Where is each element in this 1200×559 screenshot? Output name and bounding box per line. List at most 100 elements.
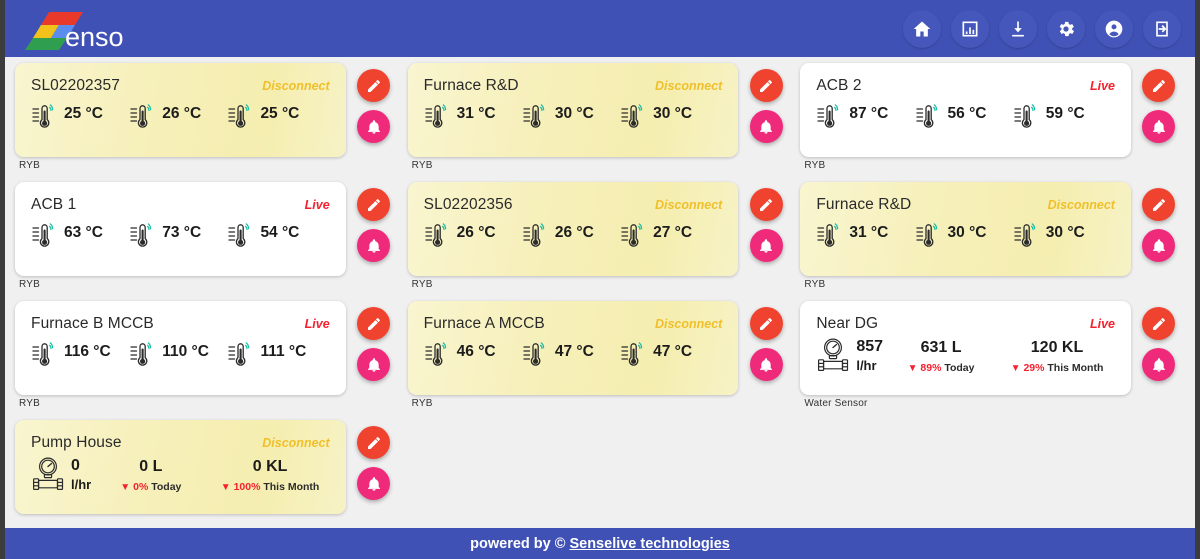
account-icon[interactable] — [1095, 9, 1133, 48]
alert-button[interactable] — [749, 110, 783, 143]
readings-row: 31 °C 30 °C 30 °C — [816, 218, 1115, 249]
edit-button[interactable] — [1142, 188, 1176, 221]
card-sublabel: RYB — [804, 160, 826, 171]
device-card[interactable]: ACB 1 Live 63 °C 73 °C 54 °C — [15, 182, 346, 276]
card-actions — [1133, 301, 1185, 381]
device-card[interactable]: ACB 2 Live 87 °C 56 °C 59 °C — [800, 63, 1131, 157]
alert-button[interactable] — [1142, 229, 1176, 262]
app-header: enso — [5, 0, 1195, 57]
app-footer: powered by © Senselive technologies — [5, 528, 1195, 559]
thermometer-icon — [129, 100, 155, 130]
footer-company-link[interactable]: Senselive technologies — [569, 536, 729, 552]
alert-button[interactable] — [357, 110, 391, 143]
thermometer-icon — [1013, 100, 1039, 130]
device-card[interactable]: Pump House Disconnect 0 l/hr 0 L ▼ 0% Today 0 … — [15, 420, 346, 514]
temperature-value: 87 °C — [849, 105, 889, 122]
status-badge: Disconnect — [262, 79, 330, 93]
device-card[interactable]: Furnace R&D Disconnect 31 °C 30 °C 30 °C — [407, 63, 739, 157]
brand-logo[interactable]: enso — [21, 8, 129, 50]
status-badge: Live — [304, 317, 330, 331]
device-card[interactable]: SL02202356 Disconnect 26 °C 26 °C 27 °C — [407, 182, 739, 276]
alert-button[interactable] — [1142, 348, 1176, 381]
alert-button[interactable] — [357, 467, 391, 500]
edit-button[interactable] — [357, 307, 391, 340]
flow-rate-block: 0 l/hr — [31, 456, 91, 495]
card-sublabel: Water Sensor — [804, 398, 868, 409]
edit-button[interactable] — [357, 188, 391, 221]
thermometer-icon — [31, 100, 57, 130]
temperature-reading: 54 °C — [227, 218, 325, 249]
thermometer-icon — [227, 100, 253, 130]
card-actions — [348, 420, 400, 500]
device-card[interactable]: Furnace R&D Disconnect 31 °C 30 °C 30 °C — [800, 182, 1131, 276]
temperature-value: 27 °C — [653, 224, 693, 241]
temperature-reading: 26 °C — [522, 218, 620, 249]
analytics-icon[interactable] — [951, 9, 989, 48]
edit-button[interactable] — [749, 307, 783, 340]
card-actions — [348, 182, 400, 262]
device-name: ACB 1 — [31, 196, 77, 213]
edit-button[interactable] — [749, 69, 783, 102]
device-card-cell: SL02202356 Disconnect 26 °C 26 °C 27 °C RYB — [404, 182, 797, 301]
thermometer-icon — [227, 338, 253, 368]
month-consumption-block: 120 KL ▼ 29% This Month — [999, 337, 1115, 377]
alert-button[interactable] — [749, 229, 783, 262]
card-sublabel: RYB — [411, 398, 433, 409]
edit-button[interactable] — [1142, 307, 1176, 340]
temperature-reading: 31 °C — [424, 99, 522, 130]
thermometer-icon — [620, 219, 646, 249]
dashboard-content[interactable]: SL02202357 Disconnect 25 °C 26 °C 25 °C RYB Fu… — [5, 57, 1195, 528]
thermometer-icon — [424, 338, 450, 368]
footer-text: powered by © Senselive technologies — [470, 536, 730, 552]
device-card[interactable]: Near DG Live 857 l/hr 631 L ▼ 89% Today 120 KL… — [800, 301, 1131, 395]
temperature-value: 54 °C — [260, 224, 300, 241]
edit-button[interactable] — [1142, 69, 1176, 102]
senselive-logo-icon: enso — [25, 11, 124, 50]
month-percent: 29% — [1023, 361, 1045, 374]
alert-button[interactable] — [357, 229, 391, 262]
app-window: enso SL02202357 Disconnect 25 °C 26 °C 2… — [0, 0, 1200, 559]
temperature-value: 46 °C — [456, 343, 496, 360]
readings-row: 31 °C 30 °C 30 °C — [424, 99, 723, 130]
flow-rate-value: 0 — [71, 457, 80, 474]
temperature-value: 25 °C — [260, 105, 300, 122]
temperature-reading: 46 °C — [424, 337, 522, 368]
thermometer-icon — [915, 219, 941, 249]
logout-icon[interactable] — [1143, 9, 1181, 48]
temperature-reading: 110 °C — [129, 337, 227, 368]
today-value: 631 L — [920, 339, 962, 356]
temperature-reading: 111 °C — [227, 337, 325, 368]
status-badge: Disconnect — [262, 436, 330, 450]
today-consumption-block: 631 L ▼ 89% Today — [883, 337, 999, 377]
alert-button[interactable] — [749, 348, 783, 381]
download-icon[interactable] — [999, 9, 1037, 48]
month-label: This Month — [1047, 361, 1104, 374]
temperature-value: 30 °C — [554, 105, 594, 122]
temperature-reading: 87 °C — [816, 99, 914, 130]
flow-rate-value: 857 — [856, 338, 884, 355]
edit-button[interactable] — [357, 69, 391, 102]
device-card[interactable]: Furnace B MCCB Live 116 °C 110 °C 111 °C — [15, 301, 346, 395]
card-sublabel: RYB — [411, 279, 433, 290]
month-value: 120 KL — [1030, 339, 1084, 356]
temperature-reading: 30 °C — [522, 99, 620, 130]
device-card[interactable]: Furnace A MCCB Disconnect 46 °C 47 °C 47 °C — [407, 301, 739, 395]
device-card-cell: Furnace R&D Disconnect 31 °C 30 °C 30 °C RYB — [796, 182, 1189, 301]
temperature-reading: 116 °C — [31, 337, 129, 368]
alert-button[interactable] — [1142, 110, 1176, 143]
device-card-cell: Pump House Disconnect 0 l/hr 0 L ▼ 0% Today 0 … — [11, 420, 404, 528]
temperature-reading: 27 °C — [620, 218, 718, 249]
thermometer-icon — [31, 338, 57, 368]
alert-button[interactable] — [357, 348, 391, 381]
edit-button[interactable] — [357, 426, 391, 459]
home-icon[interactable] — [903, 9, 941, 48]
down-arrow-icon: ▼ — [120, 481, 131, 493]
temperature-reading: 31 °C — [816, 218, 914, 249]
gear-icon[interactable] — [1047, 9, 1085, 48]
device-card[interactable]: SL02202357 Disconnect 25 °C 26 °C 25 °C — [15, 63, 346, 157]
temperature-value: 73 °C — [162, 224, 202, 241]
thermometer-icon — [1013, 219, 1039, 249]
card-sublabel: RYB — [411, 160, 433, 171]
today-value: 0 L — [139, 458, 163, 475]
edit-button[interactable] — [749, 188, 783, 221]
